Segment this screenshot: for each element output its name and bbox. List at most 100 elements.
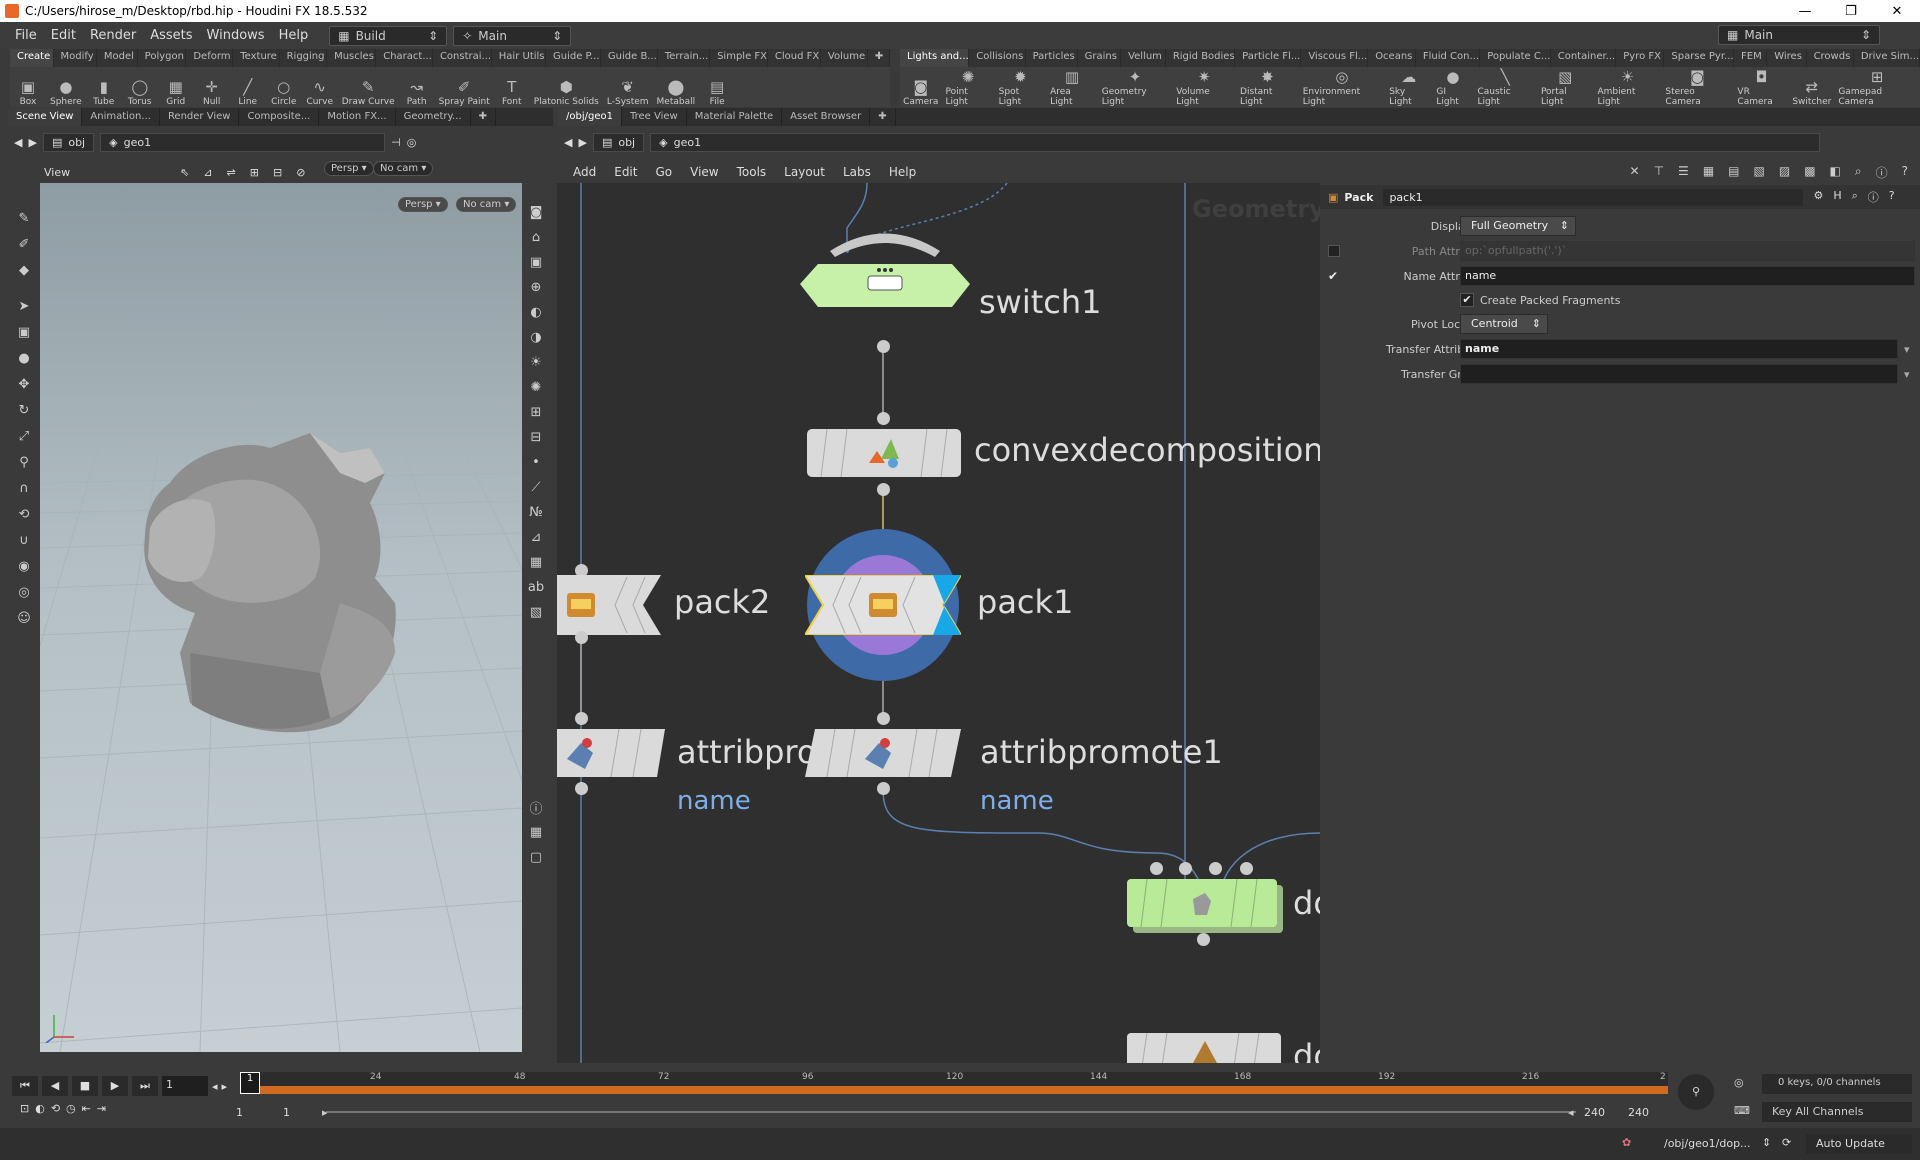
shelf-tab-fluid-containers[interactable]: Fluid Con... — [1416, 49, 1481, 67]
close-button[interactable]: ✕ — [1874, 0, 1920, 22]
tool-gi-light[interactable]: ● GI Light — [1432, 68, 1473, 107]
tool-portal-light[interactable]: ▧ Portal Light — [1537, 68, 1594, 107]
path-attribute-field[interactable]: op:`opfullpath('.')` — [1460, 241, 1915, 261]
path-segment-geo1[interactable]: ◈ geo1 — [650, 132, 1821, 152]
search-icon[interactable]: ⌕ — [1855, 164, 1862, 181]
tool-spot-light[interactable]: ✹ Spot Light — [995, 68, 1046, 107]
chevron-updown-icon[interactable]: ⇕ — [1762, 1136, 1771, 1149]
pack2-output-connector[interactable] — [575, 631, 588, 644]
shelf-tab-viscous-fluids[interactable]: Viscous Fl... — [1301, 49, 1369, 67]
node-pack2-shape[interactable] — [557, 575, 661, 635]
shelf-tab-grains[interactable]: Grains — [1078, 49, 1122, 67]
node-pack1-label[interactable]: pack1 — [977, 583, 1073, 621]
info-icon[interactable]: ⓘ — [1876, 164, 1888, 181]
shelf-tab-deform[interactable]: Deform — [186, 49, 234, 67]
node-convexdecomposition1-label[interactable]: convexdecomposition1 — [974, 431, 1320, 469]
menu-help[interactable]: Help — [272, 28, 316, 43]
brush-icon[interactable]: ✎ — [13, 207, 35, 229]
tool-curve[interactable]: ∿ Curve — [302, 78, 338, 107]
lock-icon[interactable]: ▣ — [13, 321, 35, 343]
range-start-icon[interactable]: ⇤ — [82, 1102, 91, 1115]
tool-geometry-light[interactable]: ✦ Geometry Light — [1098, 68, 1173, 107]
tool-metaball[interactable]: ⬤ Metaball — [653, 78, 700, 107]
tool-line[interactable]: ╱ Line — [230, 78, 266, 107]
snapshot-icon[interactable]: ▦ — [525, 551, 547, 573]
node-pack1-shape[interactable] — [805, 575, 961, 635]
shelf-tab-modify[interactable]: Modify — [54, 49, 97, 67]
convex-output-connector[interactable] — [877, 483, 890, 496]
audio-icon[interactable]: ⚲ — [1678, 1074, 1714, 1110]
convex-input-connector[interactable] — [877, 412, 890, 425]
param-node-name-field[interactable]: pack1 — [1383, 188, 1804, 206]
scale-icon[interactable]: ⤢ — [13, 425, 35, 447]
dopnet1-output-connector[interactable] — [1197, 933, 1210, 946]
shelf-tab-guide-brushes[interactable]: Guide B... — [601, 49, 658, 67]
tab-material-palette[interactable]: Material Palette — [687, 108, 783, 126]
path-segment-obj[interactable]: ▤ obj — [42, 132, 95, 152]
ghost-icon[interactable]: ⊘ — [296, 166, 305, 179]
back-arrow-icon[interactable]: ◀ — [564, 136, 572, 149]
current-frame-field[interactable]: 1 — [162, 1076, 208, 1096]
net-menu-labs[interactable]: Labs — [834, 165, 880, 179]
shade-icon[interactable]: ◐ — [525, 301, 547, 323]
shelf-tab-sparse-pyro[interactable]: Sparse Pyr... — [1664, 49, 1735, 67]
uv-icon[interactable]: ⊿ — [525, 526, 547, 548]
sculpt-icon[interactable]: ∪ — [13, 529, 35, 551]
node-convexdecomposition1-shape[interactable] — [807, 429, 961, 477]
tool-font[interactable]: T Font — [494, 78, 530, 107]
node-attribpromote1-label[interactable]: attribpromote1 — [980, 733, 1223, 771]
capture-icon[interactable]: ◉ — [13, 555, 35, 577]
attribpro-input-connector[interactable] — [575, 712, 588, 725]
pose-icon[interactable]: ⚲ — [13, 451, 35, 473]
play-icon[interactable]: ▶ — [102, 1076, 128, 1096]
shelf-tab-terrain[interactable]: Terrain... — [658, 49, 711, 67]
node-attribpro-label[interactable]: attribpro — [677, 733, 816, 771]
node-attribpromote1-shape[interactable] — [805, 729, 961, 777]
jump-end-icon[interactable]: ⏭ — [132, 1076, 158, 1096]
tool-camera[interactable]: ◙ Camera — [900, 78, 941, 107]
tool-null[interactable]: ✛ Null — [194, 78, 230, 107]
tool-gamepad-camera[interactable]: ⊞ Gamepad Camera — [1834, 68, 1920, 107]
net-menu-go[interactable]: Go — [646, 165, 681, 179]
node-dopnet1-label[interactable]: dopnet1 — [1293, 884, 1320, 922]
attribpromote1-input-connector[interactable] — [877, 712, 890, 725]
menu-windows[interactable]: Windows — [200, 28, 272, 43]
tool-ambient-light[interactable]: ☀ Ambient Light — [1593, 68, 1661, 107]
timeline-playhead[interactable]: 1 — [240, 1072, 260, 1094]
shelf-tab-polygon[interactable]: Polygon — [138, 49, 187, 67]
net-menu-add[interactable]: Add — [564, 165, 605, 179]
shelf-tab-particles[interactable]: Particles — [1026, 49, 1078, 67]
shelf-tab-guide-process[interactable]: Guide P... — [546, 49, 601, 67]
note-icon[interactable]: ▧ — [1754, 164, 1765, 181]
tile-icon[interactable]: ▤ — [1728, 164, 1739, 181]
menu-file[interactable]: File — [8, 28, 44, 43]
node-dopio1-label[interactable]: dopio1 — [1293, 1037, 1320, 1063]
tab-network-obj-geo1[interactable]: /obj/geo1 — [558, 108, 622, 126]
jump-start-icon[interactable]: ⏮ — [12, 1076, 38, 1096]
shelf-tab-simple-fx[interactable]: Simple FX — [710, 49, 768, 67]
name-attribute-field[interactable]: name — [1460, 266, 1915, 286]
home-icon[interactable]: ⌂ — [525, 226, 547, 248]
node-attribpro-shape[interactable] — [557, 729, 665, 777]
range-end-icon[interactable]: ⇥ — [97, 1102, 106, 1115]
play-reverse-icon[interactable]: ◀ — [42, 1076, 68, 1096]
node-switch1-shape[interactable] — [800, 221, 970, 321]
arrow-select-icon[interactable]: ➤ — [13, 295, 35, 317]
numbers-icon[interactable]: № — [525, 501, 547, 523]
shelf-tab-oceans[interactable]: Oceans — [1368, 49, 1416, 67]
back-arrow-icon[interactable]: ◀ — [14, 136, 22, 149]
tool-path[interactable]: ↝ Path — [399, 78, 435, 107]
clock-icon[interactable]: ◷ — [66, 1102, 76, 1115]
net-menu-view[interactable]: View — [681, 165, 727, 179]
maximize-button[interactable]: ❐ — [1828, 0, 1874, 22]
tool-caustic-light[interactable]: ╲ Caustic Light — [1473, 68, 1536, 107]
tool-spray-paint[interactable]: ✐ Spray Paint — [435, 78, 494, 107]
name-attribute-checkbox-checked-icon[interactable]: ✔ — [1328, 269, 1338, 283]
tab-geometry[interactable]: Geometry... — [396, 108, 471, 126]
add-tab-icon[interactable]: ✚ — [870, 108, 896, 126]
tree-icon[interactable]: ⊤ — [1654, 164, 1664, 181]
tool-draw-curve[interactable]: ✎ Draw Curve — [338, 78, 399, 107]
add-tab-icon[interactable]: ✚ — [471, 108, 496, 126]
keys-icon[interactable]: ◎ — [1734, 1076, 1744, 1089]
move-icon[interactable]: ✥ — [13, 373, 35, 395]
